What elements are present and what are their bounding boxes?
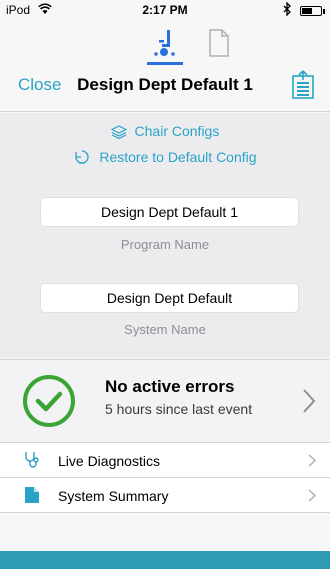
status-bar: iPod 2:17 PM bbox=[0, 0, 330, 20]
list-item-label: System Summary bbox=[58, 488, 169, 504]
chair-configs-label: Chair Configs bbox=[134, 123, 220, 139]
menu-list: Live Diagnostics System Summary bbox=[0, 443, 330, 513]
system-name-label: System Name bbox=[124, 322, 206, 337]
error-status-card[interactable]: No active errors 5 hours since last even… bbox=[0, 359, 330, 443]
list-item-system-summary[interactable]: System Summary bbox=[0, 478, 330, 513]
tab-chair[interactable] bbox=[147, 26, 183, 60]
battery-level bbox=[302, 8, 312, 14]
chevron-right-icon bbox=[308, 454, 317, 467]
battery-icon bbox=[300, 6, 325, 16]
view-tab-switcher bbox=[0, 26, 330, 66]
status-title: No active errors bbox=[105, 377, 235, 396]
page-title: Design Dept Default 1 bbox=[77, 75, 253, 94]
config-section: Chair Configs Restore to Default Config … bbox=[0, 113, 330, 358]
export-button[interactable] bbox=[290, 70, 316, 100]
stethoscope-icon bbox=[24, 451, 40, 469]
program-name-label: Program Name bbox=[120, 237, 210, 252]
nav-bar: Close Design Dept Default 1 bbox=[0, 66, 330, 106]
chevron-right-icon bbox=[308, 489, 317, 502]
export-document-icon bbox=[290, 70, 316, 104]
clock-time: 2:17 PM bbox=[142, 3, 188, 17]
restore-label: Restore to Default Config bbox=[99, 149, 257, 165]
header: Close Design Dept Default 1 bbox=[0, 20, 330, 112]
restore-default-config-link[interactable]: Restore to Default Config bbox=[0, 149, 330, 165]
bluetooth-icon bbox=[282, 1, 292, 19]
tab-document[interactable] bbox=[200, 26, 236, 60]
restore-icon bbox=[73, 149, 99, 165]
chair-configs-link[interactable]: Chair Configs bbox=[0, 123, 330, 140]
selected-tab-indicator bbox=[147, 62, 183, 65]
chevron-right-icon bbox=[302, 388, 316, 414]
program-name-input[interactable] bbox=[40, 197, 299, 227]
layers-icon bbox=[110, 123, 135, 140]
check-circle-icon bbox=[22, 374, 76, 428]
list-item-label: Live Diagnostics bbox=[58, 453, 160, 469]
document-icon bbox=[24, 486, 40, 504]
system-name-input[interactable] bbox=[40, 283, 299, 313]
list-item-live-diagnostics[interactable]: Live Diagnostics bbox=[0, 443, 330, 478]
bottom-bar bbox=[0, 551, 330, 569]
document-icon bbox=[200, 29, 236, 64]
status-subtitle: 5 hours since last event bbox=[105, 401, 253, 417]
